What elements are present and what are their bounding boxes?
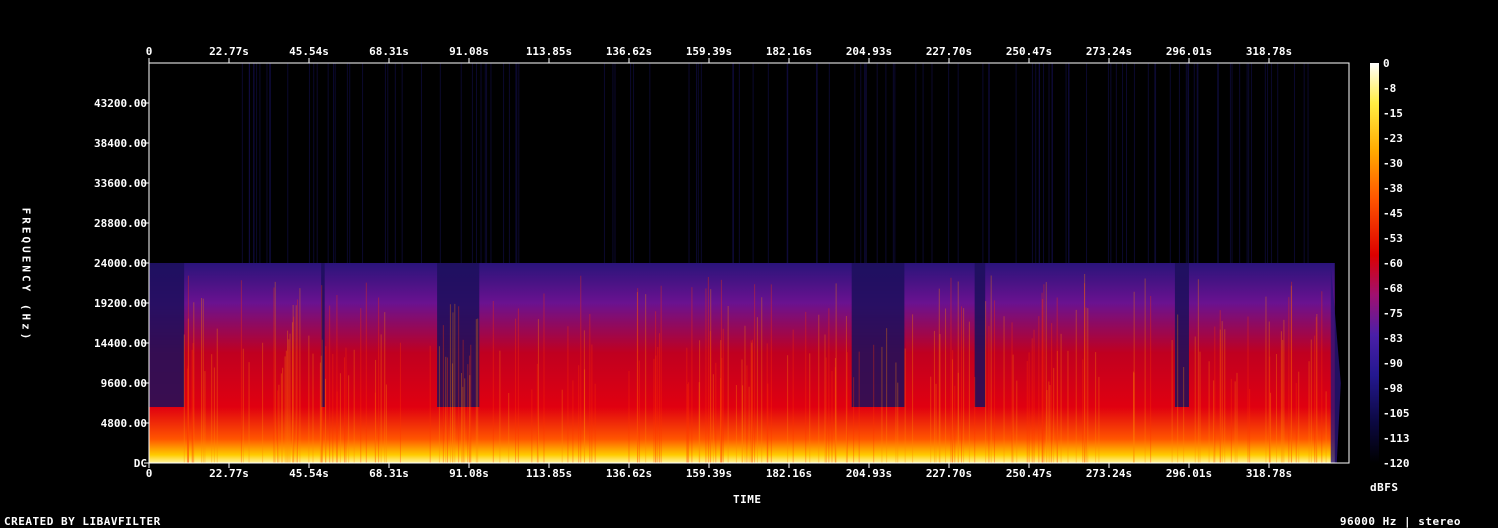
- x-tick-label-bottom: 182.16s: [766, 467, 812, 480]
- colorbar-tick-label: -68: [1383, 282, 1403, 295]
- x-tick-label-top: 204.93s: [846, 45, 892, 58]
- colorbar-tick-label: -60: [1383, 257, 1403, 270]
- footer-format: 96000 Hz | stereo: [1339, 515, 1461, 528]
- x-tick-label-top: 182.16s: [766, 45, 812, 58]
- x-tick-label-top: 159.39s: [686, 45, 732, 58]
- x-tick-label-top: 68.31s: [369, 45, 409, 58]
- x-tick-label-bottom: 45.54s: [289, 467, 329, 480]
- x-tick-label-top: 318.78s: [1246, 45, 1292, 58]
- colorbar-unit-label: dBFS: [1370, 481, 1399, 494]
- x-tick-label-top: 0: [146, 45, 153, 58]
- footer-credit: CREATED BY LIBAVFILTER: [4, 515, 161, 528]
- quiet-segment: [1174, 263, 1189, 407]
- colorbar-tick-label: 0: [1383, 57, 1390, 70]
- colorbar-tick-label: -90: [1383, 357, 1403, 370]
- colorbar-tick-label: -8: [1383, 82, 1396, 95]
- colorbar-tick-label: -15: [1383, 107, 1403, 120]
- x-tick-label-bottom: 204.93s: [846, 467, 892, 480]
- x-tick-label-bottom: 159.39s: [686, 467, 732, 480]
- x-tick-label-top: 136.62s: [606, 45, 652, 58]
- y-tick-label: 14400.00: [94, 337, 147, 350]
- colorbar-tick-label: -38: [1383, 182, 1403, 195]
- y-axis-label: FREQUENCY (Hz): [19, 207, 33, 343]
- x-tick-label-bottom: 250.47s: [1006, 467, 1052, 480]
- x-tick-label-top: 22.77s: [209, 45, 249, 58]
- x-tick-label-top: 45.54s: [289, 45, 329, 58]
- y-tick-label: 38400.00: [94, 137, 147, 150]
- x-tick-label-bottom: 227.70s: [926, 467, 972, 480]
- x-tick-label-bottom: 22.77s: [209, 467, 249, 480]
- y-tick-label: 24000.00: [94, 257, 147, 270]
- x-axis-label: TIME: [733, 493, 762, 506]
- x-tick-label-top: 113.85s: [526, 45, 572, 58]
- y-tick-label: DC: [134, 457, 147, 470]
- quiet-segment: [974, 263, 986, 407]
- y-tick-label: 43200.00: [94, 97, 147, 110]
- colorbar-tick-label: -53: [1383, 232, 1403, 245]
- colorbar-tick-label: -83: [1383, 332, 1403, 345]
- x-tick-label-top: 91.08s: [449, 45, 489, 58]
- x-tick-label-bottom: 68.31s: [369, 467, 409, 480]
- colorbar-tick-label: -75: [1383, 307, 1403, 320]
- y-tick-label: 19200.00: [94, 297, 147, 310]
- spectrogram-chart: 0 0 22.77s 22.77s 45.54s 45.54s 68.31s 68.31s 91…: [94, 45, 1410, 480]
- x-tick-label-bottom: 296.01s: [1166, 467, 1212, 480]
- colorbar-tick-label: -98: [1383, 382, 1403, 395]
- y-tick-label: 33600.00: [94, 177, 147, 190]
- x-tick-label-bottom: 113.85s: [526, 467, 572, 480]
- x-tick-label-bottom: 136.62s: [606, 467, 652, 480]
- colorbar-tick-label: -30: [1383, 157, 1403, 170]
- x-tick-label-top: 296.01s: [1166, 45, 1212, 58]
- y-tick-label: 28800.00: [94, 217, 147, 230]
- x-tick-label-top: 227.70s: [926, 45, 972, 58]
- colorbar: [1370, 63, 1379, 463]
- colorbar-tick-label: -23: [1383, 132, 1403, 145]
- colorbar-tick-label: -45: [1383, 207, 1403, 220]
- x-tick-label-top: 250.47s: [1006, 45, 1052, 58]
- colorbar-tick-label: -113: [1383, 432, 1410, 445]
- y-tick-label: 4800.00: [101, 417, 147, 430]
- x-tick-label-bottom: 318.78s: [1246, 467, 1292, 480]
- x-tick-label-top: 273.24s: [1086, 45, 1132, 58]
- colorbar-tick-label: -105: [1383, 407, 1410, 420]
- x-tick-label-bottom: 273.24s: [1086, 467, 1132, 480]
- quiet-segment: [149, 263, 185, 407]
- colorbar-tick-label: -120: [1383, 457, 1410, 470]
- x-tick-label-bottom: 91.08s: [449, 467, 489, 480]
- y-tick-label: 9600.00: [101, 377, 147, 390]
